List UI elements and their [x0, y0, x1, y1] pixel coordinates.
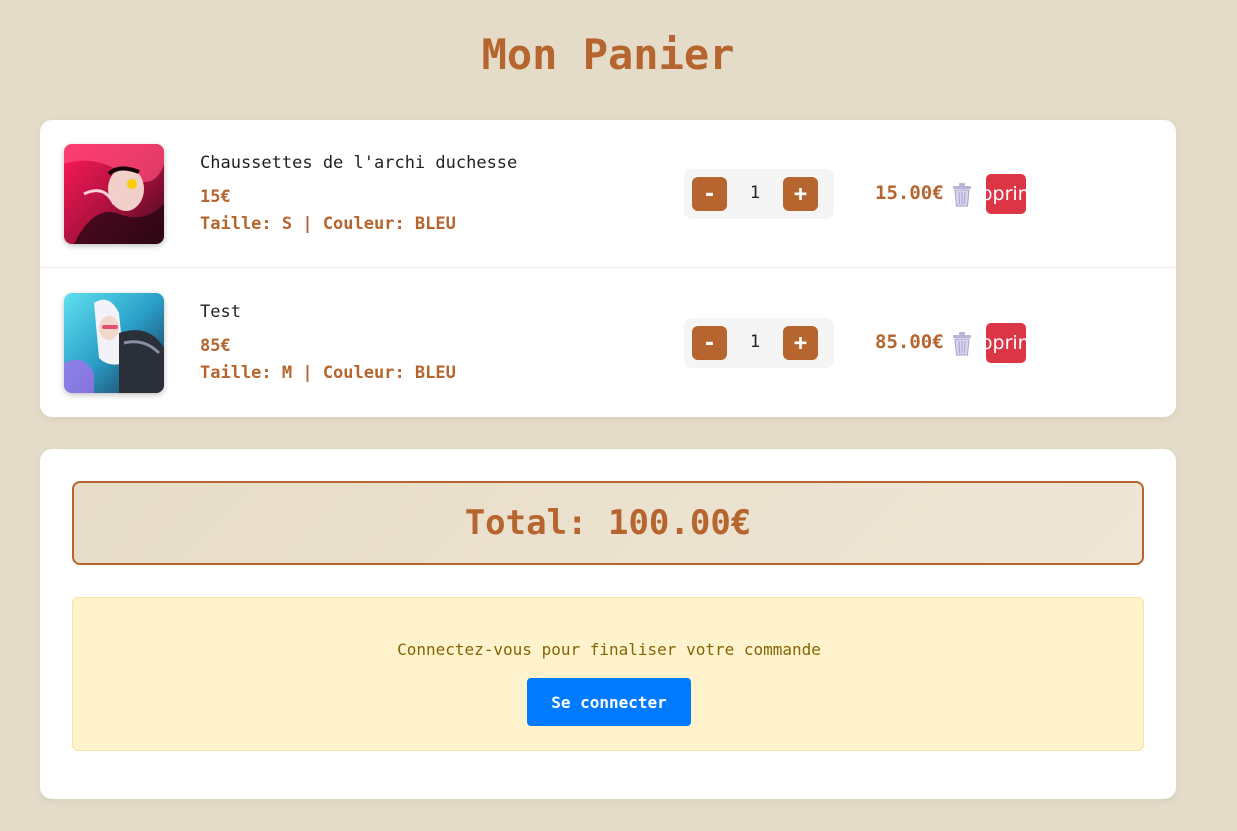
- item-price: 85€: [200, 336, 231, 356]
- remove-item-button[interactable]: Supprimer: [986, 323, 1026, 363]
- cart-list: Chaussettes de l'archi duchesse 15€ Tail…: [40, 120, 1176, 417]
- decrease-quantity-button[interactable]: -: [692, 326, 727, 360]
- item-price: 15€: [200, 187, 231, 207]
- page-title: Mon Panier: [481, 30, 735, 79]
- item-variant: Taille: M | Couleur: BLEU: [200, 363, 456, 383]
- cart-item: Test 85€ Taille: M | Couleur: BLEU - 1 +…: [40, 269, 1176, 417]
- item-name: Chaussettes de l'archi duchesse: [200, 153, 518, 173]
- trash-icon: [953, 332, 971, 356]
- quantity-stepper: - 1 +: [684, 318, 834, 368]
- quantity-stepper: - 1 +: [684, 169, 834, 219]
- remove-item-button[interactable]: Supprimer: [986, 174, 1026, 214]
- login-button[interactable]: Se connecter: [527, 678, 691, 726]
- item-variant: Taille: S | Couleur: BLEU: [200, 214, 456, 234]
- cart-item: Chaussettes de l'archi duchesse 15€ Tail…: [40, 120, 1176, 268]
- item-name: Test: [200, 302, 241, 322]
- login-prompt: Connectez-vous pour finaliser votre comm…: [72, 597, 1144, 751]
- product-image: [64, 144, 164, 244]
- product-image-cyan: [64, 293, 164, 393]
- line-total: 15.00€: [875, 182, 944, 204]
- product-image: [64, 293, 164, 393]
- cart-total: Total: 100.00€: [72, 481, 1144, 565]
- increase-quantity-button[interactable]: +: [783, 326, 818, 360]
- decrease-quantity-button[interactable]: -: [692, 177, 727, 211]
- trash-icon: [953, 183, 971, 207]
- line-total: 85.00€: [875, 331, 944, 353]
- cart-summary: Total: 100.00€ Connectez-vous pour final…: [40, 449, 1176, 799]
- increase-quantity-button[interactable]: +: [783, 177, 818, 211]
- product-image-red: [64, 144, 164, 244]
- quantity-value: 1: [749, 332, 761, 352]
- login-message: Connectez-vous pour finaliser votre comm…: [397, 640, 821, 659]
- quantity-value: 1: [749, 183, 761, 203]
